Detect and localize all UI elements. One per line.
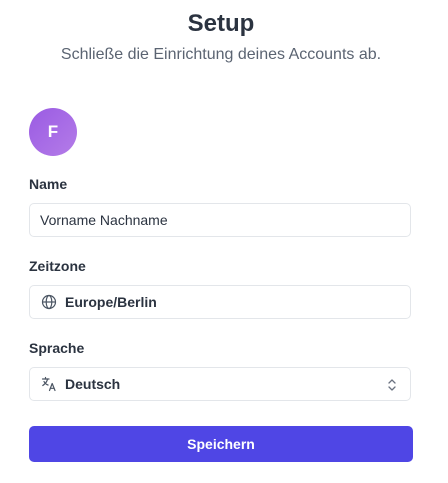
timezone-label: Zeitzone	[29, 258, 86, 274]
timezone-field[interactable]: Europe/Berlin	[29, 285, 411, 319]
name-input[interactable]	[30, 212, 410, 228]
page-subtitle: Schließe die Einrichtung deines Accounts…	[60, 46, 382, 63]
translate-icon	[41, 376, 57, 392]
language-value: Deutsch	[65, 376, 121, 392]
avatar-initial: F	[47, 122, 59, 141]
chevron-up-down-icon	[386, 377, 398, 393]
language-label: Sprache	[29, 340, 85, 356]
timezone-value: Europe/Berlin	[65, 294, 157, 310]
setup-screen: Setup Schließe die Einrichtung deines Ac…	[0, 0, 448, 483]
avatar[interactable]: F	[29, 108, 77, 156]
globe-icon	[41, 294, 57, 310]
language-select[interactable]: Deutsch	[29, 367, 411, 401]
page-title: Setup	[187, 10, 255, 37]
name-field[interactable]	[29, 203, 411, 237]
save-button[interactable]: Speichern	[29, 426, 413, 462]
name-label: Name	[29, 176, 68, 192]
